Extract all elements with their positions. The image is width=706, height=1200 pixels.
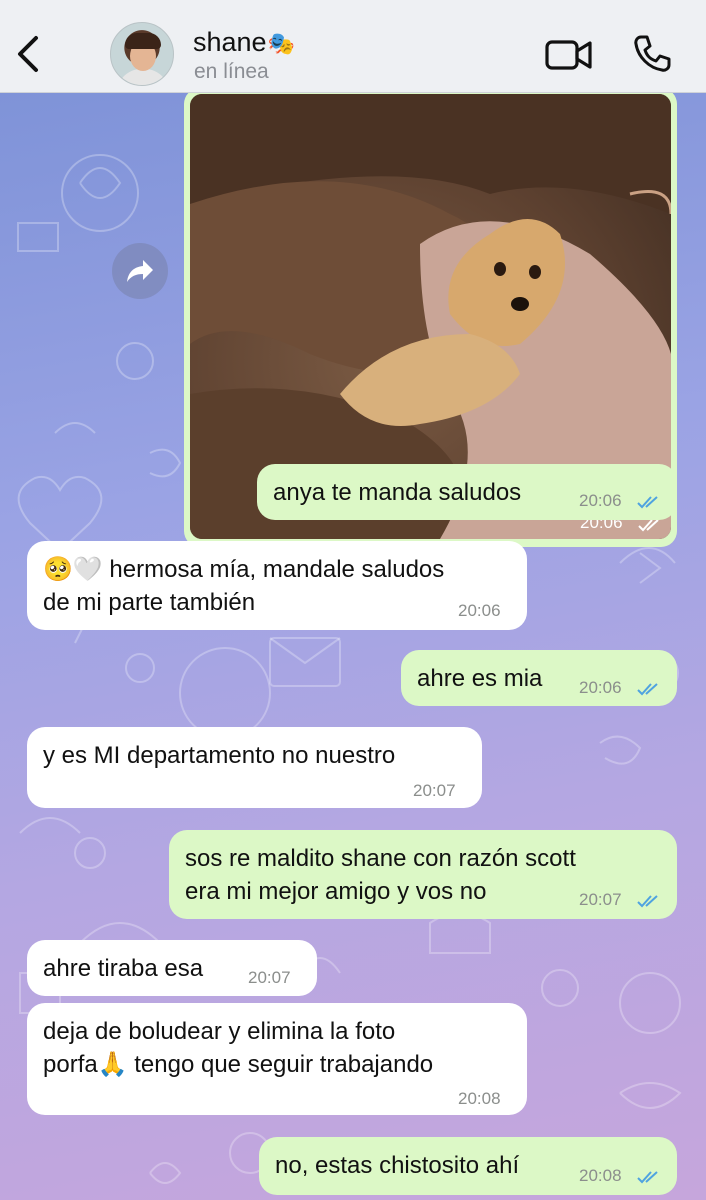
double-check-icon bbox=[637, 895, 658, 908]
avatar[interactable] bbox=[110, 22, 174, 86]
message-text-line: porfa🙏 tengo que seguir trabajando bbox=[43, 1051, 434, 1078]
message-text: no, estas chistosito ahí bbox=[275, 1152, 520, 1179]
message-time: 20:07 bbox=[248, 968, 291, 987]
message-text: y es MI departamento no nuestro bbox=[43, 742, 396, 769]
message-text-line: 🥺🤍 hermosa mía, mandale saludos bbox=[43, 556, 445, 583]
chat-header: shane🎭 en línea bbox=[0, 0, 706, 93]
contact-name[interactable]: shane🎭 bbox=[193, 27, 295, 58]
message-time: 20:06 bbox=[579, 491, 622, 510]
double-check-icon bbox=[637, 1171, 658, 1184]
contact-status: en línea bbox=[194, 60, 269, 83]
message-time: 20:08 bbox=[458, 1089, 501, 1108]
outgoing-message[interactable]: ahre es mia bbox=[401, 650, 677, 706]
double-check-icon bbox=[637, 683, 658, 696]
forward-button[interactable] bbox=[112, 243, 168, 299]
message-text-line: de mi parte también bbox=[43, 589, 256, 616]
double-check-icon bbox=[638, 519, 659, 532]
chat-area[interactable]: 20:06 anya te manda saludos 20:06 🥺🤍 her… bbox=[0, 93, 706, 1200]
message-time: 20:07 bbox=[579, 890, 622, 909]
message-text: ahre tiraba esa bbox=[43, 955, 204, 982]
back-button[interactable] bbox=[14, 34, 44, 74]
message-text: anya te manda saludos bbox=[273, 479, 522, 506]
message-text: ahre es mia bbox=[417, 665, 543, 692]
contact-name-text: shane bbox=[193, 27, 267, 57]
video-camera-icon bbox=[545, 40, 592, 70]
voice-call-button[interactable] bbox=[632, 34, 672, 74]
message-text-line: sos re maldito shane con razón scott bbox=[185, 845, 576, 872]
message-time: 20:06 bbox=[458, 601, 501, 620]
chevron-left-icon bbox=[18, 36, 38, 72]
message-time: 20:07 bbox=[413, 781, 456, 800]
message-time: 20:06 bbox=[579, 678, 622, 697]
forward-arrow-icon bbox=[127, 260, 153, 282]
video-call-button[interactable] bbox=[545, 38, 593, 72]
incoming-message[interactable]: deja de boludear y elimina la foto porfa… bbox=[27, 1003, 527, 1115]
incoming-message[interactable]: 🥺🤍 hermosa mía, mandale saludos de mi pa… bbox=[27, 541, 527, 630]
theater-masks-emoji: 🎭 bbox=[267, 31, 295, 56]
message-time: 20:08 bbox=[579, 1166, 622, 1185]
message-text-line: deja de boludear y elimina la foto bbox=[43, 1018, 396, 1045]
double-check-icon bbox=[637, 496, 658, 509]
phone-icon bbox=[634, 35, 671, 72]
